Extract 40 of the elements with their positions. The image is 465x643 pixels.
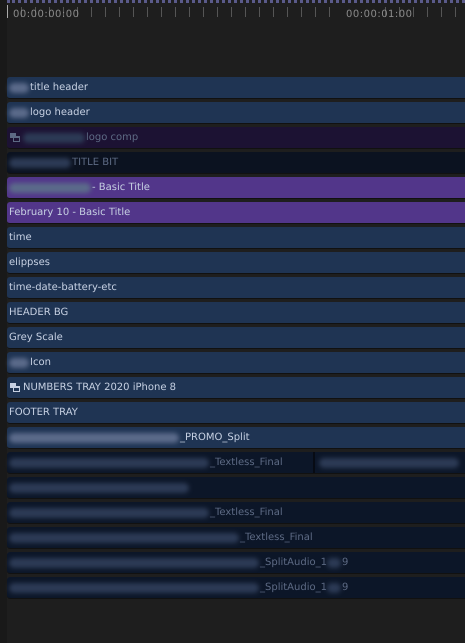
layer-name: _SplitAudio_1	[260, 556, 327, 570]
redacted-text	[326, 582, 341, 592]
layer-name: time	[9, 231, 32, 245]
layer-name: FOOTER TRAY	[9, 406, 78, 420]
layer-bar[interactable]: elippses	[7, 252, 465, 274]
layer-name: _SplitAudio_1	[260, 581, 327, 595]
layer-bar[interactable]: Icon	[7, 352, 465, 374]
layer-bar[interactable]: FOOTER TRAY	[7, 402, 465, 424]
layer-name: Icon	[30, 356, 51, 370]
layer-name: _PROMO_Split	[180, 431, 250, 445]
redacted-text	[326, 558, 341, 568]
layer-name: NUMBERS TRAY 2020 iPhone 8	[23, 381, 176, 395]
layer-name: _Textless_Final	[210, 506, 283, 520]
layer-name: Grey Scale	[9, 331, 63, 345]
layer-name: _Textless_Final	[240, 531, 313, 545]
layer-bar[interactable]: title header	[7, 77, 465, 99]
layer-name: title header	[30, 81, 88, 95]
timecode-label: 00:00:00:00	[13, 8, 80, 22]
layer-bar[interactable]: Grey Scale	[7, 327, 465, 349]
layer-name: _Textless_Final	[210, 456, 283, 470]
layer-bar[interactable]: _PROMO_Split	[7, 427, 465, 449]
layer-bar[interactable]: time	[7, 227, 465, 249]
layer-name: HEADER BG	[9, 306, 68, 320]
layer-bar[interactable]	[7, 477, 465, 499]
layer-bar[interactable]: February 10 - Basic Title	[7, 202, 465, 224]
layer-name: logo comp	[86, 131, 138, 145]
layer-name: 9	[342, 556, 348, 570]
layer-name: - Basic Title	[92, 181, 150, 195]
layer-name: TITLE BIT	[72, 156, 118, 170]
layer-bar[interactable]: HEADER BG	[7, 302, 465, 324]
layer-bar[interactable]: - Basic Title	[7, 177, 465, 199]
layer-bar[interactable]: logo header	[7, 102, 465, 124]
layer-name: February 10 - Basic Title	[9, 206, 130, 220]
layer-name: time-date-battery-etc	[9, 281, 117, 295]
layer-name: logo header	[30, 106, 90, 120]
layer-bar[interactable]: NUMBERS TRAY 2020 iPhone 8	[7, 377, 465, 399]
layer-name: 9	[342, 581, 348, 595]
layer-name: elippses	[9, 256, 50, 270]
layer-bar[interactable]: time-date-battery-etc	[7, 277, 465, 299]
timecode-label: 00:00:01:00	[346, 8, 413, 22]
